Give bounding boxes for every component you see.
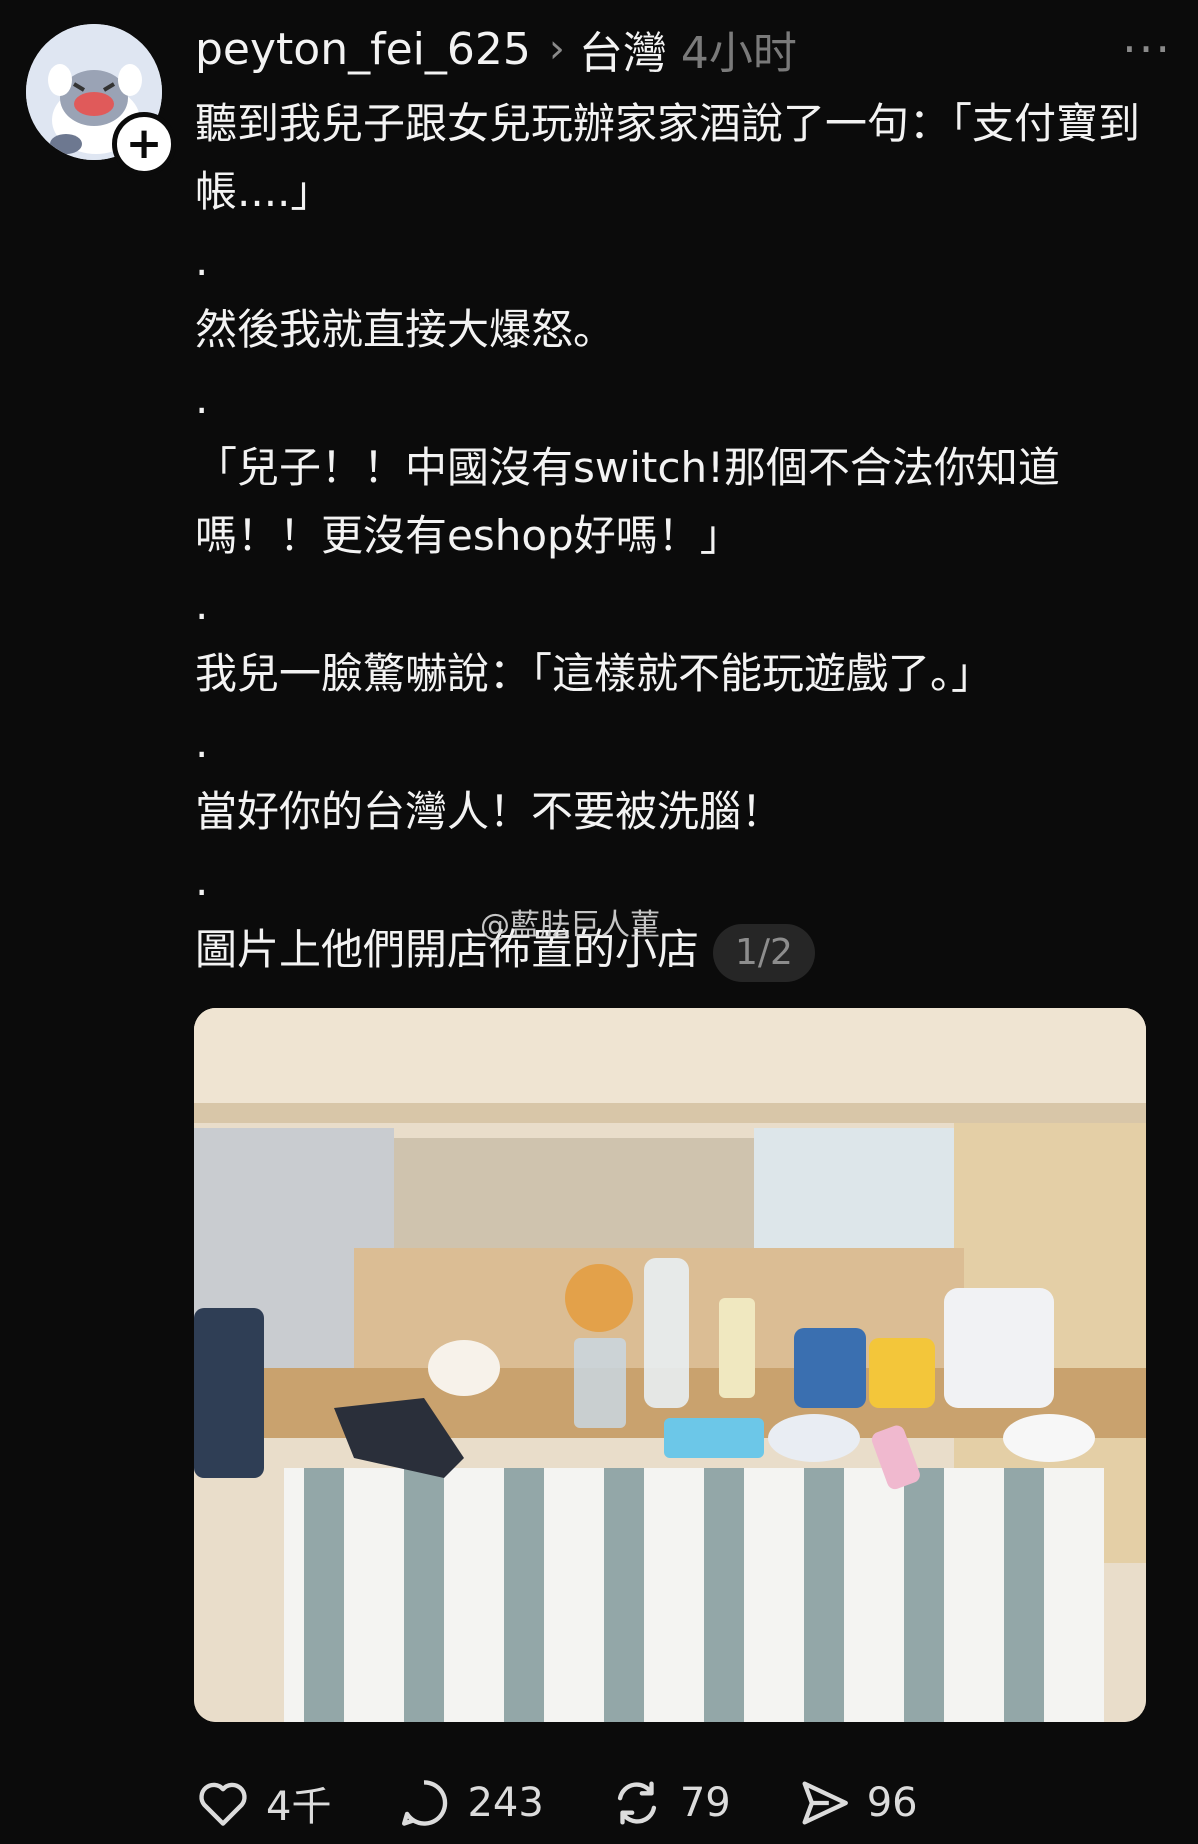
share-button[interactable]: 96: [795, 1774, 918, 1832]
post-photo[interactable]: [194, 1008, 1146, 1722]
like-count: 4千: [266, 1784, 332, 1830]
like-button[interactable]: 4千: [194, 1774, 331, 1832]
send-icon: [802, 1781, 848, 1825]
post-line: 當好你的台灣人！不要被洗腦！: [195, 787, 784, 836]
comment-bubble-icon: [402, 1780, 448, 1826]
post-line: 然後我就直接大爆怒。: [195, 305, 616, 354]
post-line: .: [195, 236, 209, 285]
repost-icon: [617, 1781, 656, 1825]
more-horizontal-icon[interactable]: ···: [1122, 22, 1172, 76]
username[interactable]: peyton_fei_625: [195, 24, 531, 75]
post-line-last: 圖片上他們開店佈置的小店 1/2: [195, 916, 1165, 984]
repost-count: 79: [679, 1780, 731, 1826]
share-count: 96: [866, 1780, 918, 1826]
post-header: peyton_fei_625 › 台灣 4小时: [195, 16, 797, 82]
image-counter-badge: 1/2: [713, 923, 815, 982]
repost-button[interactable]: 79: [608, 1774, 731, 1832]
post-line: .: [195, 856, 209, 905]
comment-button[interactable]: 243: [395, 1774, 544, 1832]
post-line: 我兒一臉驚嚇說：「這樣就不能玩遊戲了。」: [195, 649, 994, 698]
follow-plus-button[interactable]: +: [112, 112, 176, 176]
post-line: .: [195, 718, 209, 767]
post-line: .: [195, 580, 209, 629]
topic-tag[interactable]: 台灣: [579, 17, 667, 81]
watermark: @藍胠巨人菫: [480, 908, 660, 943]
post-line: .: [195, 374, 209, 423]
comment-count: 243: [467, 1780, 544, 1826]
post-line: 聽到我兒子跟女兒玩辦家家酒說了一句：「支付寶到帳....」: [195, 99, 1141, 216]
action-bar: 4千 243 79 96: [194, 1770, 982, 1836]
post-time: 4小时: [680, 28, 797, 79]
chevron-right-icon: ›: [548, 26, 565, 72]
post-body: 聽到我兒子跟女兒玩辦家家酒說了一句：「支付寶到帳....」 . 然後我就直接大爆…: [195, 90, 1165, 984]
shop-photo-illustration: [194, 1008, 1146, 1722]
heart-icon: [199, 1782, 247, 1826]
post-line: 「兒子！！中國沒有switch!那個不合法你知道嗎！！更沒有eshop好嗎！」: [195, 443, 1060, 560]
